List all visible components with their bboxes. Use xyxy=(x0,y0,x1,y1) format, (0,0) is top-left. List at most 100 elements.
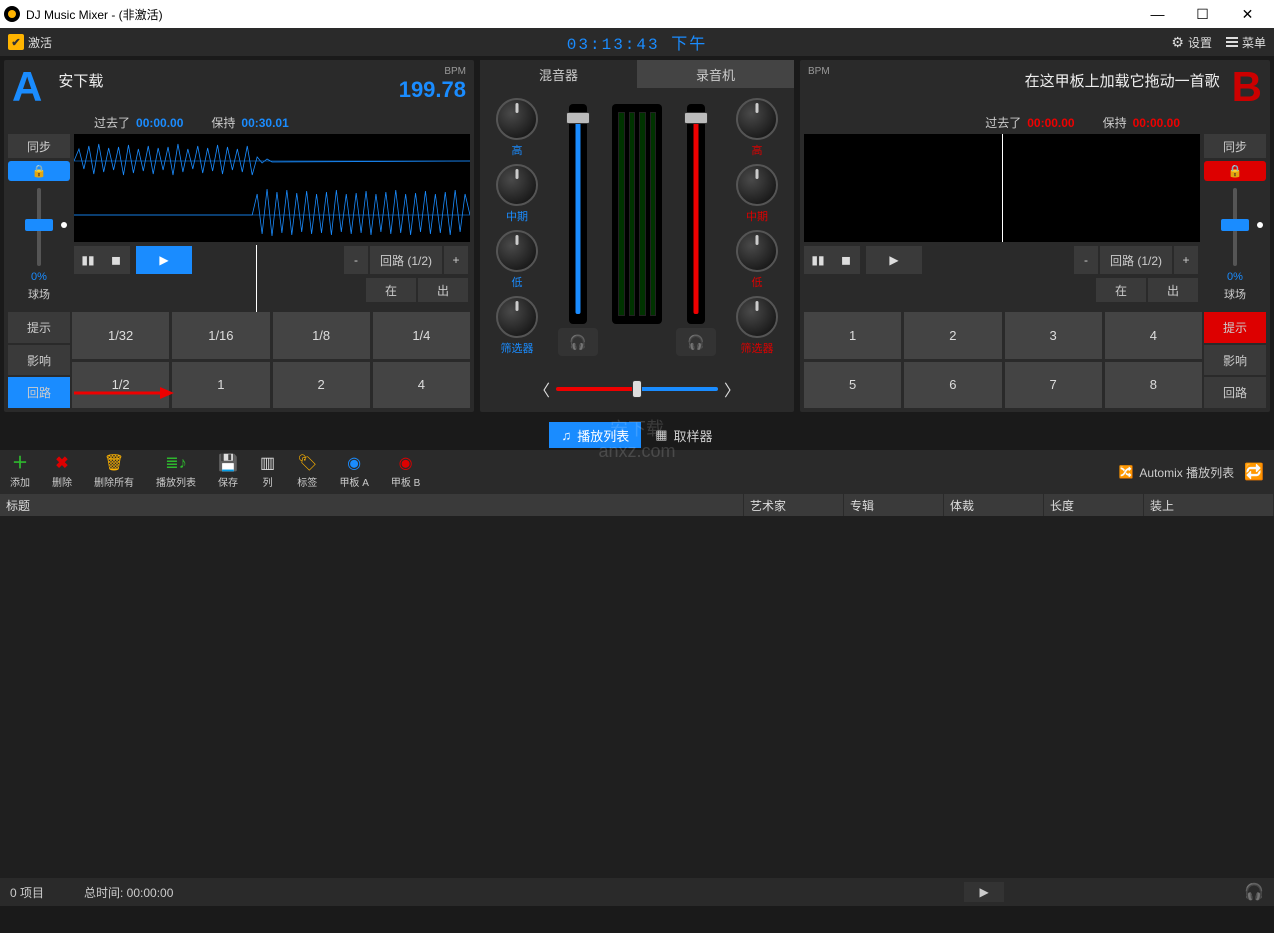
deck-a-loop-in[interactable]: 在 xyxy=(366,278,416,302)
eq-low-b-knob[interactable] xyxy=(736,230,778,272)
deck-a-side-loop[interactable]: 回路 xyxy=(8,377,70,408)
deck-b-lock-button[interactable]: 🔒 xyxy=(1204,161,1266,181)
deck-b-icon: ◉ xyxy=(399,456,413,472)
deck-b-pad-4[interactable]: 4 xyxy=(1105,312,1202,359)
close-button[interactable]: ✕ xyxy=(1225,0,1270,28)
deck-b-side-loop[interactable]: 回路 xyxy=(1204,377,1266,408)
filter-a-knob[interactable] xyxy=(496,296,538,338)
playlist-label: 播放列表 xyxy=(156,474,196,489)
deck-a-side-hint[interactable]: 提示 xyxy=(8,312,70,343)
cue-headphone-a[interactable] xyxy=(558,328,598,356)
deck-b-pad-3[interactable]: 3 xyxy=(1005,312,1102,359)
deck-b-play-cursor[interactable] xyxy=(1002,134,1003,242)
add-button[interactable]: ＋添加 xyxy=(10,456,30,489)
deck-a-play-button[interactable]: ▶ xyxy=(136,246,192,274)
deck-a-pad-8[interactable]: 4 xyxy=(373,362,470,409)
deck-b-pad-2[interactable]: 2 xyxy=(904,312,1001,359)
eq-mid-b-knob[interactable] xyxy=(736,164,778,206)
col-artist[interactable]: 艺术家 xyxy=(744,494,844,516)
playlist-body[interactable] xyxy=(0,516,1274,878)
deck-a-pad-6[interactable]: 1 xyxy=(172,362,269,409)
deck-a-pad-2[interactable]: 1/16 xyxy=(172,312,269,359)
deck-a-pad-1[interactable]: 1/32 xyxy=(72,312,169,359)
col-length[interactable]: 长度 xyxy=(1044,494,1144,516)
deck-b-loop-label[interactable]: 回路 (1/2) xyxy=(1100,246,1172,274)
delete-all-button[interactable]: 🗑删除所有 xyxy=(94,456,134,489)
deck-a-side-effect[interactable]: 影响 xyxy=(8,345,70,376)
eq-low-a-knob[interactable] xyxy=(496,230,538,272)
automix-label: Automix 播放列表 xyxy=(1139,464,1234,481)
volume-fader-b[interactable] xyxy=(687,104,705,324)
deck-a-lock-button[interactable]: 🔒 xyxy=(8,161,70,181)
deck-b-side-hint[interactable]: 提示 xyxy=(1204,312,1266,343)
deck-a-loop-minus[interactable]: - xyxy=(344,246,368,274)
deck-b-sync-button[interactable]: 同步 xyxy=(1204,134,1266,158)
load-deck-b-button[interactable]: ◉甲板 B xyxy=(391,456,420,489)
deck-b: BPM 在这甲板上加载它拖动一首歌 B 过去了00:00.00 保持00:00.… xyxy=(800,60,1270,412)
mixer-tab[interactable]: 混音器 xyxy=(480,60,637,88)
status-play-button[interactable]: ▶ xyxy=(964,882,1004,902)
eq-mid-a-knob[interactable] xyxy=(496,164,538,206)
deck-b-tempo-slider[interactable] xyxy=(1204,188,1266,266)
deck-a-pause-stop[interactable]: ▮▮◼ xyxy=(74,246,130,274)
deck-a-pad-3[interactable]: 1/8 xyxy=(273,312,370,359)
deck-b-tempo-label: 球场 xyxy=(1204,286,1266,302)
col-load[interactable]: 装上 xyxy=(1144,494,1274,516)
eq-low-label-b: 低 xyxy=(728,274,786,290)
deck-a-loop-label[interactable]: 回路 (1/2) xyxy=(370,246,442,274)
status-headphone-button[interactable] xyxy=(1244,882,1264,902)
deck-a-tempo-label: 球场 xyxy=(8,286,70,302)
deck-b-pause-stop[interactable]: ▮▮◼ xyxy=(804,246,860,274)
deck-b-loop-out[interactable]: 出 xyxy=(1148,278,1198,302)
automix-button[interactable]: Automix 播放列表 xyxy=(1118,464,1234,481)
settings-button[interactable]: 设置 xyxy=(1171,34,1212,51)
minimize-button[interactable]: — xyxy=(1135,0,1180,28)
columns-button[interactable]: ▥列 xyxy=(260,456,275,489)
deck-a-pad-4[interactable]: 1/4 xyxy=(373,312,470,359)
col-genre[interactable]: 体裁 xyxy=(944,494,1044,516)
level-meters xyxy=(612,104,662,324)
eq-high-a-knob[interactable] xyxy=(496,98,538,140)
activate-button[interactable]: ✔ 激活 xyxy=(8,34,52,51)
deck-b-pad-6[interactable]: 6 xyxy=(904,362,1001,409)
deck-b-pad-1[interactable]: 1 xyxy=(804,312,901,359)
tag-label: 标签 xyxy=(297,474,317,489)
tag-button[interactable]: 🏷标签 xyxy=(297,456,317,489)
volume-fader-a[interactable] xyxy=(569,104,587,324)
deck-b-pad-7[interactable]: 7 xyxy=(1005,362,1102,409)
deck-b-loop-minus[interactable]: - xyxy=(1074,246,1098,274)
playlist-button[interactable]: ≣♪播放列表 xyxy=(156,456,196,489)
settings-label: 设置 xyxy=(1188,34,1212,51)
playlist-tab[interactable]: ♫播放列表 xyxy=(549,422,641,448)
deck-a-loop-out[interactable]: 出 xyxy=(418,278,468,302)
deck-b-side-effect[interactable]: 影响 xyxy=(1204,345,1266,376)
maximize-button[interactable]: ☐ xyxy=(1180,0,1225,28)
eq-high-b-knob[interactable] xyxy=(736,98,778,140)
deck-b-loop-in[interactable]: 在 xyxy=(1096,278,1146,302)
load-deck-a-button[interactable]: ◉甲板 A xyxy=(339,456,368,489)
col-album[interactable]: 专辑 xyxy=(844,494,944,516)
deck-b-loop-plus[interactable]: + xyxy=(1174,246,1198,274)
col-title[interactable]: 标题 xyxy=(0,494,744,516)
deck-b-pad-8[interactable]: 8 xyxy=(1105,362,1202,409)
deck-a-waveform[interactable] xyxy=(74,134,470,242)
chevron-left-icon: 〈 xyxy=(534,377,550,401)
deck-a-loop-plus[interactable]: + xyxy=(444,246,468,274)
menu-button[interactable]: 菜单 xyxy=(1226,34,1266,51)
sampler-tab[interactable]: ▦取样器 xyxy=(643,422,724,448)
deck-b-waveform[interactable] xyxy=(804,134,1200,242)
deck-b-pad-5[interactable]: 5 xyxy=(804,362,901,409)
save-button[interactable]: 💾保存 xyxy=(218,456,238,489)
delete-button[interactable]: ✖删除 xyxy=(52,456,72,489)
title-bar: DJ Music Mixer - (非激活) — ☐ ✕ xyxy=(0,0,1274,28)
deck-a-pad-7[interactable]: 2 xyxy=(273,362,370,409)
cue-headphone-b[interactable] xyxy=(676,328,716,356)
repeat-button[interactable] xyxy=(1244,462,1264,482)
recorder-tab[interactable]: 录音机 xyxy=(637,60,794,88)
crossfader[interactable]: 〈 〉 xyxy=(534,374,740,404)
deck-b-play-button[interactable]: ▶ xyxy=(866,246,922,274)
deck-a-tempo-slider[interactable] xyxy=(8,188,70,266)
deck-a-pad-5[interactable]: 1/2 xyxy=(72,362,169,409)
deck-a-sync-button[interactable]: 同步 xyxy=(8,134,70,158)
filter-b-knob[interactable] xyxy=(736,296,778,338)
